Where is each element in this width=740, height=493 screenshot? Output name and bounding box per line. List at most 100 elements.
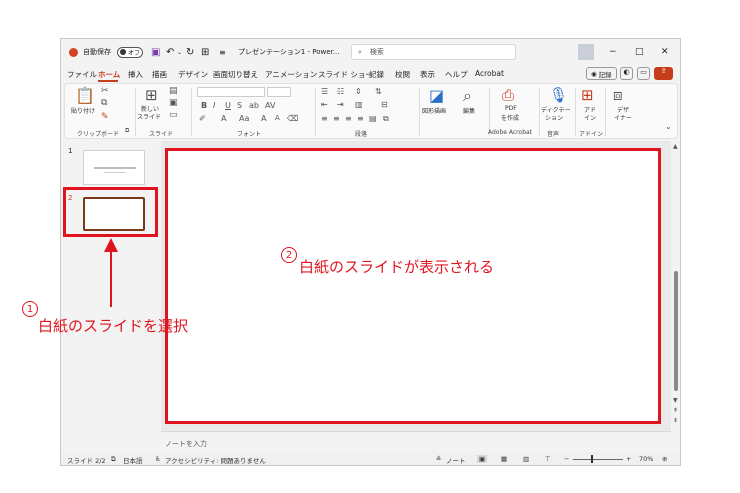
align-left-icon[interactable]: ≡	[321, 114, 328, 123]
reading-view-icon[interactable]: ▥	[523, 455, 529, 463]
zoom-level[interactable]: 70%	[639, 455, 653, 463]
language-label[interactable]: 日本語	[123, 455, 143, 465]
pdf-label-2[interactable]: を作成	[501, 113, 519, 122]
text-direction-icon[interactable]: ⇅	[375, 87, 382, 96]
strikethrough-icon[interactable]: ab	[249, 101, 259, 110]
line-spacing-icon[interactable]: ⇕	[355, 87, 362, 96]
layout-icon[interactable]: ▤	[169, 86, 178, 96]
shapes-label[interactable]: 図形描画	[422, 106, 446, 115]
bullets-icon[interactable]: ☰	[321, 87, 328, 96]
tab-record[interactable]: 記録	[369, 69, 384, 80]
shadow-icon[interactable]: S	[237, 101, 242, 110]
autosave-toggle[interactable]: オフ	[117, 46, 143, 58]
addins-label-2[interactable]: イン	[584, 113, 596, 122]
grow-font-icon[interactable]: A	[261, 114, 266, 123]
dictate-label-2[interactable]: ション	[545, 113, 563, 122]
fit-slide-icon[interactable]: ⊕	[662, 455, 667, 463]
align-right-icon[interactable]: ≡	[345, 114, 352, 123]
accessibility-icon[interactable]: ♿	[155, 455, 161, 463]
copy-icon[interactable]: ⧉	[101, 98, 107, 108]
font-name-input[interactable]	[197, 87, 265, 97]
slide-thumbnail-1[interactable]	[83, 150, 145, 185]
paste-label[interactable]: 貼り付け	[71, 106, 95, 115]
bold-icon[interactable]: B	[201, 101, 207, 110]
change-case-icon[interactable]: Aa	[239, 114, 249, 123]
designer-label-2[interactable]: イナー	[614, 113, 632, 122]
accessibility-status[interactable]: アクセシビリティ: 問題ありません	[165, 455, 266, 465]
italic-icon[interactable]: I	[213, 101, 215, 110]
file-name[interactable]: プレゼンテーション1 - Power...	[238, 39, 340, 65]
tab-file[interactable]: ファイル	[67, 69, 97, 80]
scroll-down-icon[interactable]: ▼	[673, 397, 678, 404]
spellcheck-icon[interactable]: ⧉	[111, 455, 116, 464]
paste-icon[interactable]: 📋	[75, 86, 95, 105]
scroll-up-icon[interactable]: ▲	[673, 143, 678, 150]
char-spacing-icon[interactable]: AV	[265, 101, 275, 110]
tab-home[interactable]: ホーム	[98, 69, 120, 80]
find-icon[interactable]: ⌕	[463, 86, 472, 106]
scroll-thumb[interactable]	[674, 271, 678, 391]
smartart-icon[interactable]: ⧉	[383, 114, 389, 124]
undo-icon[interactable]: ↶	[166, 39, 174, 65]
underline-icon[interactable]: U	[225, 101, 231, 110]
tab-review[interactable]: 校閲	[395, 69, 410, 80]
clear-format-icon[interactable]: ⌫	[287, 114, 298, 123]
normal-view-icon[interactable]: ▣	[477, 455, 488, 463]
vertical-scrollbar[interactable]: ▲ ▼ ⇞ ⇟	[671, 141, 680, 453]
account-avatar[interactable]	[578, 44, 594, 60]
zoom-out-icon[interactable]: −	[564, 455, 569, 463]
new-slide-icon[interactable]: ⊞	[145, 86, 158, 104]
justify-icon[interactable]: ≡	[357, 114, 364, 123]
maximize-button[interactable]: □	[635, 39, 644, 65]
zoom-in-icon[interactable]: +	[626, 455, 631, 463]
font-size-input[interactable]	[267, 87, 291, 97]
tab-animations[interactable]: アニメーション	[265, 69, 317, 80]
section-icon[interactable]: ▭	[169, 110, 178, 120]
record-button[interactable]: ◉ 記録	[586, 67, 617, 80]
columns-icon[interactable]: ▥	[355, 100, 363, 109]
tab-draw[interactable]: 描画	[152, 69, 167, 80]
tab-acrobat[interactable]: Acrobat	[475, 69, 504, 78]
collapse-ribbon-icon[interactable]: ⌄	[665, 122, 672, 131]
slideshow-view-icon[interactable]: ⊤	[545, 455, 551, 463]
zoom-slider[interactable]	[573, 459, 623, 460]
tab-view[interactable]: 表示	[420, 69, 435, 80]
highlight-icon[interactable]: ✐	[199, 114, 206, 123]
shapes-icon[interactable]: ◪	[429, 86, 444, 105]
distributed-icon[interactable]: ▤	[369, 114, 377, 123]
slide-sorter-icon[interactable]: ▦	[501, 455, 507, 463]
shrink-font-icon[interactable]: A	[275, 114, 280, 122]
share-button[interactable]: ⇪	[654, 67, 673, 80]
search-box[interactable]: ⌕ 検索	[351, 44, 516, 60]
next-slide-icon[interactable]: ⇟	[673, 417, 678, 424]
camera-icon[interactable]: ◐	[620, 67, 633, 80]
tab-design[interactable]: デザイン	[178, 69, 208, 80]
numbering-icon[interactable]: ☷	[337, 87, 344, 96]
addins-icon[interactable]: ⊞	[581, 86, 594, 104]
notes-pane[interactable]: ノートを入力	[161, 431, 671, 453]
align-text-icon[interactable]: ⊟	[381, 100, 388, 109]
align-center-icon[interactable]: ≡	[333, 114, 340, 123]
zoom-slider-thumb[interactable]	[591, 455, 593, 463]
notes-button[interactable]: ノート	[446, 455, 466, 465]
close-button[interactable]: ✕	[661, 39, 669, 65]
tab-help[interactable]: ヘルプ	[445, 69, 468, 80]
pdf-label-1[interactable]: PDF	[505, 105, 517, 112]
slideshow-start-icon[interactable]: ⊞	[201, 39, 209, 65]
notes-icon[interactable]: ≙	[436, 455, 441, 463]
new-slide-label-2[interactable]: スライド	[137, 112, 161, 121]
increase-indent-icon[interactable]: ⇥	[337, 100, 344, 109]
edit-label[interactable]: 編集	[463, 106, 475, 115]
minimize-button[interactable]: −	[609, 39, 617, 65]
cut-icon[interactable]: ✂	[101, 86, 109, 96]
dictate-icon[interactable]: 🎙	[549, 86, 568, 104]
tab-slideshow[interactable]: スライド ショー	[318, 69, 373, 80]
create-pdf-icon[interactable]: ⎙	[502, 86, 514, 104]
comment-icon[interactable]: ▭	[637, 67, 650, 80]
font-color-icon[interactable]: A	[221, 114, 226, 123]
clipboard-launcher-icon[interactable]: ⧉	[125, 127, 129, 135]
decrease-indent-icon[interactable]: ⇤	[321, 100, 328, 109]
reset-icon[interactable]: ▣	[169, 98, 178, 108]
previous-slide-icon[interactable]: ⇞	[673, 407, 678, 414]
tab-insert[interactable]: 挿入	[128, 69, 143, 80]
